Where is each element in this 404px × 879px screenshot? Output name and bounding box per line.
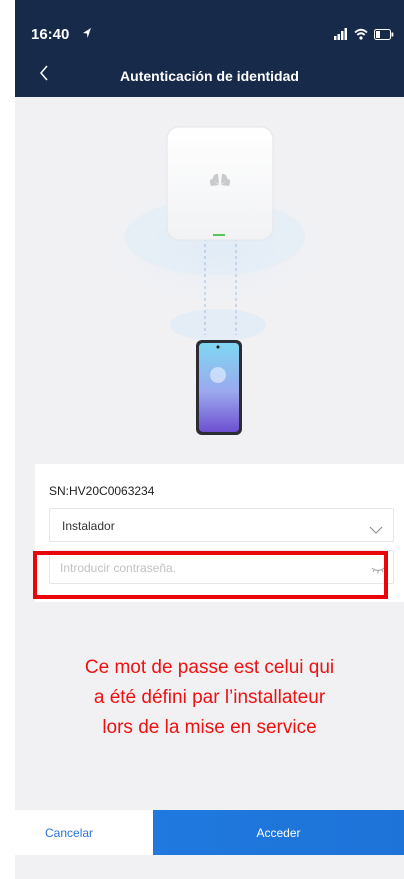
role-select-value: Instalador: [62, 519, 115, 533]
device-illustration: [15, 97, 404, 465]
annotation-line-1: Ce mot de passe est celui qui: [84, 657, 335, 678]
status-time: 16:40: [31, 26, 70, 43]
chevron-down-icon: [369, 521, 383, 539]
location-arrow-icon: [82, 26, 92, 44]
header-bar: 16:40 Autenticación de identidad: [15, 0, 404, 97]
annotation-note: Ce mot de passe est celui qui a été défi…: [15, 653, 404, 743]
signal-icon: [334, 27, 348, 45]
cancel-button[interactable]: Cancelar: [15, 810, 153, 855]
battery-icon: [374, 27, 394, 45]
serial-number: SN:HV20C0063234: [49, 484, 155, 498]
bottom-safe-area: [15, 855, 404, 879]
password-highlight-box: [33, 551, 388, 599]
access-button[interactable]: Acceder: [153, 810, 404, 855]
wifi-icon: [354, 27, 368, 45]
app-screen: 16:40 Autenticación de identidad SN:HV20…: [15, 0, 404, 879]
role-select[interactable]: Instalador: [49, 508, 394, 542]
status-icons: [334, 27, 394, 45]
annotation-line-2: a été défini par l’installateur: [93, 687, 326, 708]
annotation-line-3: lors de la mise en service: [102, 717, 317, 738]
page-title: Autenticación de identidad: [120, 68, 299, 84]
